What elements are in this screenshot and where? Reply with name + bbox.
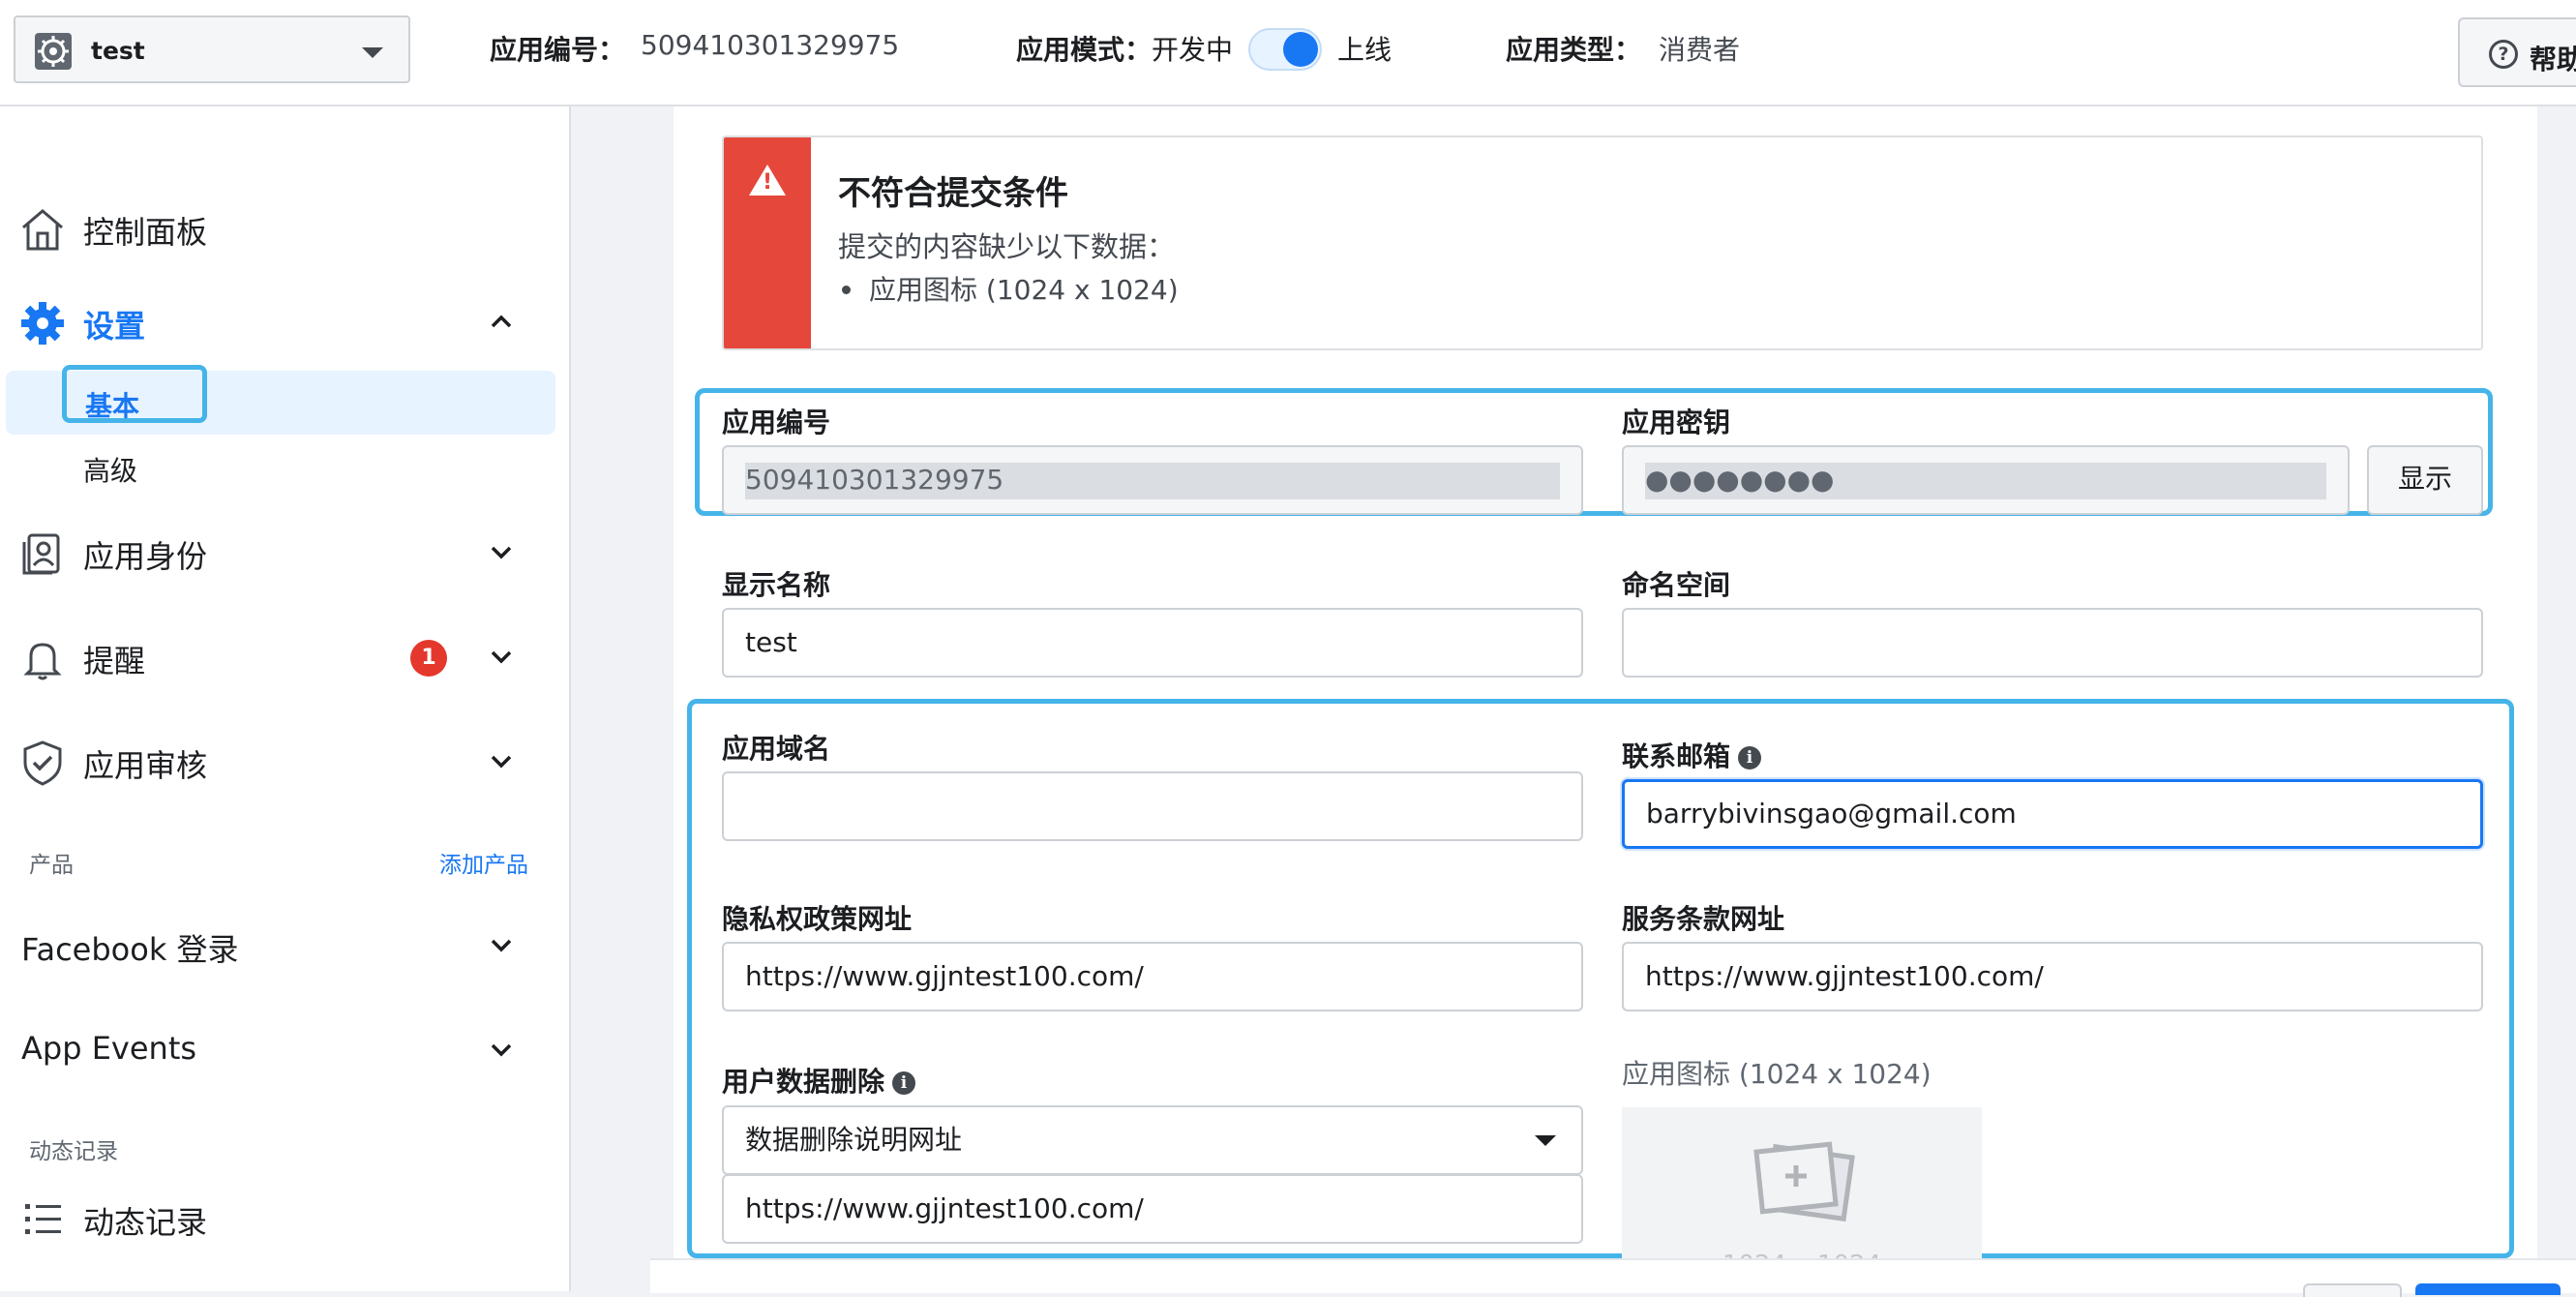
sidebar-item-label: 设置 bbox=[83, 308, 146, 345]
add-product-link[interactable]: 添加产品 bbox=[439, 846, 528, 879]
sidebar-item-label: 动态记录 bbox=[83, 1204, 208, 1241]
app-mode-label: 应用模式： bbox=[1016, 34, 1153, 66]
gear-icon bbox=[21, 302, 64, 345]
alert-missing-item: 应用图标 (1024 x 1024) bbox=[869, 274, 1179, 306]
namespace-label: 命名空间 bbox=[1622, 569, 1731, 601]
app-domain-label: 应用域名 bbox=[722, 733, 831, 765]
app-domain-field[interactable] bbox=[722, 771, 1583, 841]
help-button[interactable]: ? 帮助 bbox=[2458, 17, 2576, 87]
app-gear-icon bbox=[35, 33, 72, 70]
alert-bar bbox=[724, 137, 811, 348]
bullet-dot bbox=[842, 286, 851, 294]
list-icon bbox=[25, 1204, 61, 1234]
app-selector-dropdown[interactable]: test bbox=[14, 15, 410, 83]
show-secret-button[interactable]: 显示 bbox=[2367, 445, 2483, 515]
footer-primary-button[interactable] bbox=[2415, 1283, 2561, 1295]
sidebar-item-label: App Events bbox=[21, 1030, 197, 1067]
home-icon bbox=[22, 209, 63, 251]
chevron-down-icon bbox=[491, 546, 512, 559]
toggle-knob bbox=[1283, 32, 1318, 67]
tos-url-field[interactable]: https://www.gjjntest100.com/ bbox=[1622, 942, 2483, 1011]
chevron-down-icon bbox=[491, 755, 512, 769]
chevron-down-icon bbox=[1535, 1135, 1556, 1146]
privacy-url-field[interactable]: https://www.gjjntest100.com/ bbox=[722, 942, 1583, 1011]
app-id-field-label: 应用编号 bbox=[722, 407, 831, 438]
footer-bar bbox=[650, 1258, 2576, 1293]
info-icon[interactable]: i bbox=[1738, 746, 1762, 769]
data-deletion-select-value: 数据删除说明网址 bbox=[745, 1124, 963, 1156]
display-name-field[interactable]: test bbox=[722, 608, 1583, 678]
help-label: 帮助 bbox=[2530, 44, 2576, 75]
alert-title: 不符合提交条件 bbox=[838, 174, 1068, 213]
app-id-field[interactable]: 509410301329975 bbox=[722, 445, 1583, 515]
data-deletion-url-field[interactable]: https://www.gjjntest100.com/ bbox=[722, 1174, 1583, 1244]
sidebar-subitem-basic[interactable]: 基本 bbox=[6, 365, 555, 435]
image-placeholder-icon bbox=[1753, 1141, 1855, 1222]
app-id-label: 应用编号： bbox=[490, 34, 626, 66]
sidebar-subitem-advanced[interactable]: 高级 bbox=[83, 450, 137, 489]
app-secret-field-label: 应用密钥 bbox=[1622, 407, 1731, 438]
data-deletion-select[interactable]: 数据删除说明网址 bbox=[722, 1105, 1583, 1175]
privacy-url-label: 隐私权政策网址 bbox=[722, 903, 913, 935]
sidebar-item-label: Facebook 登录 bbox=[21, 931, 239, 968]
data-deletion-label: 用户数据删除 i bbox=[722, 1061, 916, 1100]
app-mode-dev-label: 开发中 bbox=[1152, 34, 1234, 66]
sidebar-item-label: 提醒 bbox=[83, 643, 146, 679]
contact-email-label: 联系邮箱 i bbox=[1622, 736, 1762, 774]
bell-icon bbox=[23, 643, 62, 680]
warning-icon bbox=[749, 165, 786, 196]
alert-subtitle: 提交的内容缺少以下数据： bbox=[838, 230, 1176, 263]
top-bar: test 应用编号： 509410301329975 应用模式： 开发中 上线 … bbox=[0, 0, 2576, 106]
app-id-value: 509410301329975 bbox=[641, 29, 900, 61]
shield-check-icon bbox=[23, 740, 62, 786]
app-mode-live-label: 上线 bbox=[1337, 34, 1393, 66]
sidebar-item-label: 应用身份 bbox=[83, 538, 208, 575]
sidebar-item-dashboard[interactable]: 控制面板 bbox=[0, 189, 571, 266]
chevron-up-icon bbox=[491, 315, 512, 328]
chevron-down-icon bbox=[362, 47, 383, 58]
submission-alert: 不符合提交条件 提交的内容缺少以下数据： 应用图标 (1024 x 1024) bbox=[722, 136, 2483, 350]
app-id-field-value: 509410301329975 bbox=[745, 464, 1004, 496]
info-icon[interactable]: i bbox=[892, 1071, 916, 1095]
contact-email-field[interactable]: barrybivinsgao@gmail.com bbox=[1622, 779, 2483, 849]
chevron-down-icon bbox=[491, 1043, 512, 1057]
products-heading: 产品 bbox=[29, 853, 74, 878]
sidebar-item-settings[interactable]: 设置 bbox=[0, 283, 571, 360]
sidebar-item-facebook-login[interactable]: Facebook 登录 bbox=[0, 906, 571, 983]
chevron-down-icon bbox=[491, 939, 512, 952]
app-secret-field-value: ●●●●●●●● bbox=[1645, 464, 1835, 496]
sidebar-item-app-identity[interactable]: 应用身份 bbox=[0, 513, 571, 590]
data-deletion-label-text: 用户数据删除 bbox=[722, 1066, 885, 1098]
activity-heading: 动态记录 bbox=[29, 1139, 118, 1164]
contact-email-label-text: 联系邮箱 bbox=[1622, 740, 1731, 772]
app-name: test bbox=[91, 37, 145, 65]
sidebar-item-activity-log[interactable]: 动态记录 bbox=[0, 1179, 571, 1256]
sidebar-item-alerts[interactable]: 提醒 1 bbox=[0, 618, 571, 695]
sidebar-item-app-review[interactable]: 应用审核 bbox=[0, 722, 571, 799]
namespace-field[interactable] bbox=[1622, 608, 2483, 678]
sidebar-item-app-events[interactable]: App Events bbox=[0, 1010, 571, 1088]
app-type-label: 应用类型： bbox=[1506, 34, 1642, 66]
sidebar-item-label: 控制面板 bbox=[83, 214, 208, 251]
sidebar-subitem-label: 基本 bbox=[85, 390, 140, 422]
app-icon-label: 应用图标 (1024 x 1024) bbox=[1622, 1058, 1932, 1090]
display-name-label: 显示名称 bbox=[722, 569, 831, 601]
alerts-count-badge: 1 bbox=[410, 640, 447, 677]
app-mode-toggle[interactable] bbox=[1248, 28, 1322, 71]
id-badge-icon bbox=[22, 533, 60, 575]
question-icon: ? bbox=[2489, 40, 2518, 69]
tos-url-label: 服务条款网址 bbox=[1622, 903, 1785, 935]
app-type-value: 消费者 bbox=[1659, 34, 1741, 66]
sidebar-item-label: 应用审核 bbox=[83, 747, 208, 784]
footer-secondary-button[interactable] bbox=[2303, 1283, 2402, 1297]
chevron-down-icon bbox=[491, 650, 512, 664]
app-secret-field[interactable]: ●●●●●●●● bbox=[1622, 445, 2350, 515]
sidebar: 控制面板 设置 基本 高级 应用身份 提醒 1 应用审核 产品 添加产品 Fac… bbox=[0, 106, 571, 1291]
